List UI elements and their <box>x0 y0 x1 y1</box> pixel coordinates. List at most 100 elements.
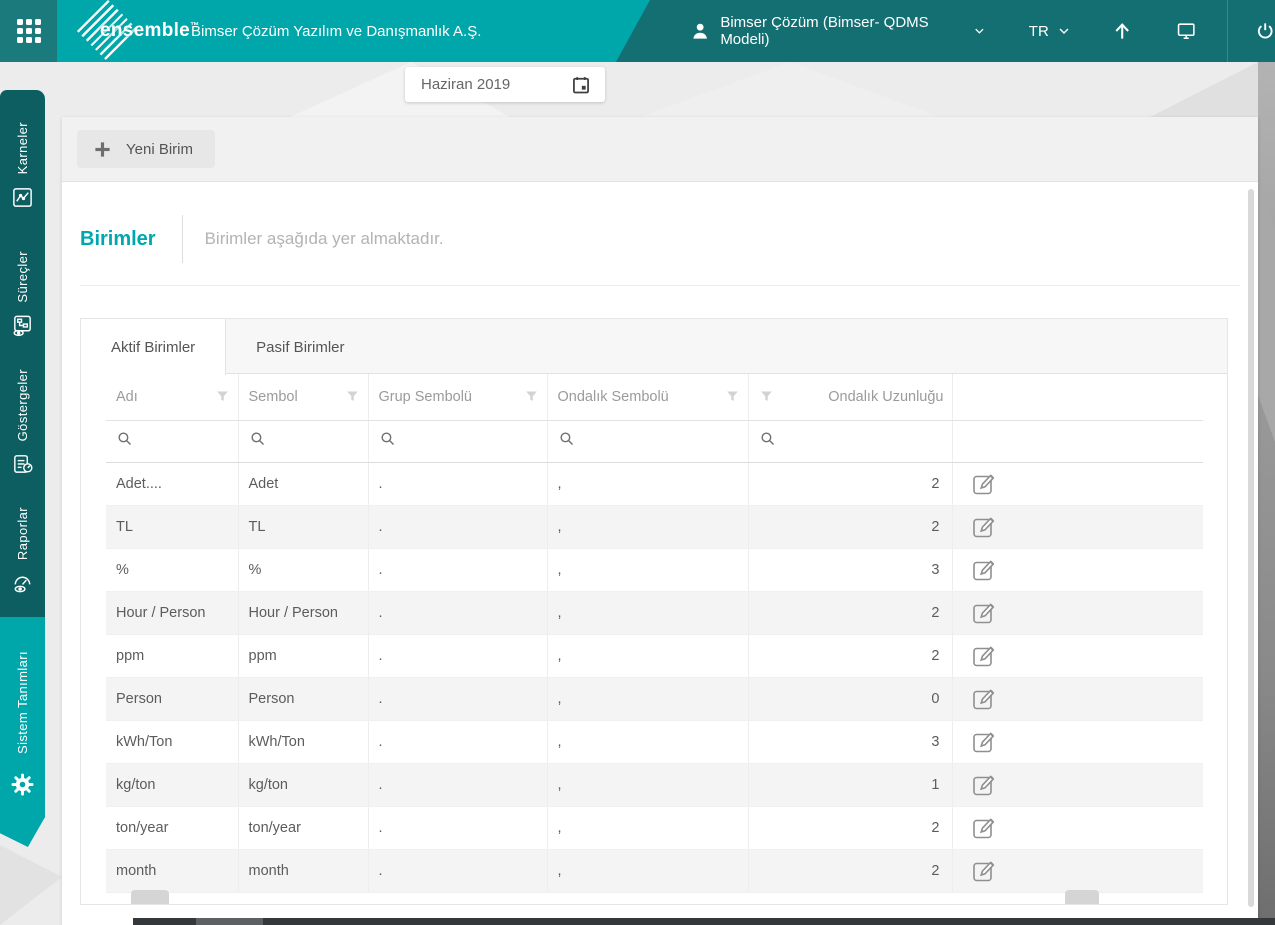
sidebar-item-sistem-tanimlari[interactable]: Sistem Tanımları <box>0 617 45 847</box>
table-row: ppm ppm., 2 <box>106 634 1203 678</box>
column-header[interactable]: Ondalık Uzunluğu <box>748 374 953 421</box>
sidebar-item-label: Göstergeler <box>15 368 30 442</box>
column-header-label: Ondalık Sembolü <box>557 388 669 405</box>
ensemble-logo[interactable]: ensemble™ <box>76 0 199 63</box>
edit-icon <box>972 516 994 537</box>
edit-row-button[interactable] <box>971 643 997 669</box>
table-cell: % <box>238 548 369 592</box>
row-actions-cell <box>952 763 1203 807</box>
edit-row-button[interactable] <box>971 858 997 884</box>
table-row: kWh/Ton kWh/Ton., 3 <box>106 720 1203 764</box>
new-unit-button[interactable]: Yeni Birim <box>77 130 215 168</box>
sidebar-item-g-stergeler[interactable]: Göstergeler <box>0 361 45 489</box>
table-row: Adet.... Adet., 2 <box>106 462 1203 506</box>
app-launcher-button[interactable] <box>0 0 57 62</box>
sidebar-item-s-re-ler[interactable]: Süreçler <box>0 232 45 360</box>
table-cell: month <box>238 849 369 893</box>
edit-icon <box>972 559 994 580</box>
table-cell: Adet.... <box>106 462 239 506</box>
edit-row-button[interactable] <box>971 686 997 712</box>
column-search-input[interactable] <box>106 420 239 463</box>
filter-icon[interactable] <box>725 389 740 404</box>
edit-row-button[interactable] <box>971 600 997 626</box>
search-icon <box>250 432 264 446</box>
table-cell: TL <box>106 505 239 549</box>
table-cell: Hour / Person <box>238 591 369 635</box>
filter-icon[interactable] <box>524 389 539 404</box>
edit-row-button[interactable] <box>971 557 997 583</box>
edit-row-button[interactable] <box>971 772 997 798</box>
edit-icon <box>972 688 994 709</box>
power-icon[interactable] <box>1255 20 1275 42</box>
table-cell: ton/year <box>238 806 369 850</box>
column-search-input[interactable] <box>368 420 548 463</box>
table-cell: Person <box>106 677 239 721</box>
horizontal-scrollbar[interactable] <box>133 918 1275 925</box>
table-cell: . <box>368 548 548 592</box>
tab-aktif-birimler[interactable]: Aktif Birimler <box>81 319 227 375</box>
column-header-label: Grup Sembolü <box>378 388 473 405</box>
table-cell: 2 <box>748 849 953 893</box>
edit-row-button[interactable] <box>971 729 997 755</box>
column-header[interactable]: Adı <box>106 374 239 421</box>
column-header[interactable]: Sembol <box>238 374 369 421</box>
table-row: ton/year ton/year., 2 <box>106 806 1203 850</box>
edit-icon <box>972 731 994 752</box>
search-icon <box>118 432 132 446</box>
table-cell: Person <box>238 677 369 721</box>
units-table: Adı Sembol Grup Sembolü Ondalık Sembolü Onda… <box>106 374 1203 893</box>
pager-prev-button[interactable] <box>131 890 169 904</box>
column-search-input[interactable] <box>547 420 749 463</box>
edit-row-button[interactable] <box>971 471 997 497</box>
card-vertical-scrollbar[interactable] <box>1248 189 1254 907</box>
table-row: month month., 2 <box>106 849 1203 893</box>
table-cell: , <box>547 720 749 764</box>
tab-pasif-birimler[interactable]: Pasif Birimler <box>226 319 374 375</box>
section-divider <box>80 285 1240 286</box>
filter-icon[interactable] <box>759 389 774 404</box>
process-eye-icon <box>11 314 34 342</box>
language-selector[interactable]: TR <box>1029 23 1072 40</box>
table-cell: TL <box>238 505 369 549</box>
background-right-edge <box>1258 62 1275 925</box>
chevron-down-icon <box>975 28 984 34</box>
column-search-input[interactable] <box>238 420 369 463</box>
pager-next-button[interactable] <box>1065 890 1099 904</box>
column-header[interactable]: Grup Sembolü <box>368 374 548 421</box>
filter-icon[interactable] <box>215 389 230 404</box>
sidebar-item-label: Sistem Tanımları <box>15 651 30 754</box>
sidebar-item-label: Süreçler <box>15 251 30 303</box>
table-cell: , <box>547 763 749 807</box>
table-cell: ppm <box>106 634 239 678</box>
period-date-picker[interactable]: Haziran 2019 <box>405 67 605 102</box>
monitor-icon[interactable] <box>1176 20 1196 42</box>
user-icon <box>693 23 707 39</box>
table-cell: kWh/Ton <box>106 720 239 764</box>
edit-row-button[interactable] <box>971 514 997 540</box>
table-cell: 2 <box>748 462 953 506</box>
sidebar-item-karneler[interactable]: Karneler <box>0 104 45 232</box>
row-actions-cell <box>952 591 1203 635</box>
account-menu[interactable]: Bimser Çözüm (Bimser- QDMS Modeli) <box>690 14 987 48</box>
table-cell: . <box>368 591 548 635</box>
gauge-eye-icon <box>11 571 34 599</box>
column-search-input[interactable] <box>748 420 953 463</box>
calendar-icon[interactable] <box>571 75 591 95</box>
sidebar-nav: Karneler Süreçler Göstergeler Raporlar <box>0 90 45 617</box>
horizontal-scrollbar-thumb[interactable] <box>196 918 263 925</box>
table-cell: , <box>547 462 749 506</box>
edit-row-button[interactable] <box>971 815 997 841</box>
table-cell: , <box>547 806 749 850</box>
table-cell: , <box>547 677 749 721</box>
table-cell: . <box>368 720 548 764</box>
column-header-label: Sembol <box>248 388 298 405</box>
table-cell: , <box>547 548 749 592</box>
search-icon <box>760 432 774 446</box>
column-header[interactable]: Ondalık Sembolü <box>547 374 749 421</box>
upload-icon[interactable] <box>1112 20 1132 42</box>
card-toolbar: Yeni Birim <box>62 117 1258 182</box>
filter-icon[interactable] <box>345 389 360 404</box>
row-actions-cell <box>952 505 1203 549</box>
sidebar-item-raporlar[interactable]: Raporlar <box>0 489 45 617</box>
table-row: %%., 3 <box>106 548 1203 592</box>
